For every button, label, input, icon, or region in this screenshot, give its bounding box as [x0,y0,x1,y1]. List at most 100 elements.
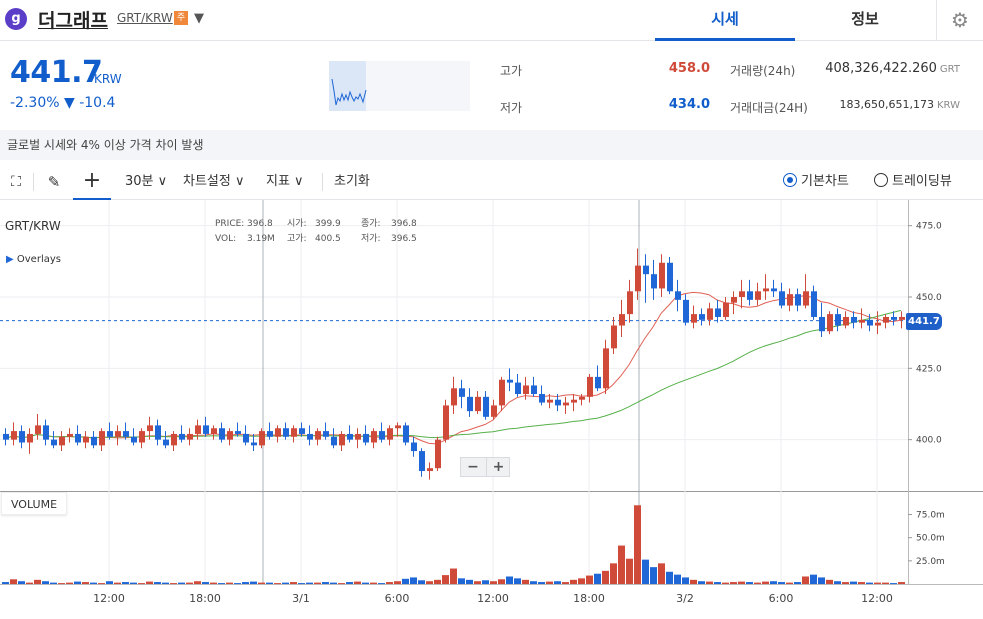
volume-bar [618,545,625,584]
volume-bar [474,581,481,584]
candle-body [395,425,401,429]
current-price: 441.7 [10,55,103,90]
candle-body [619,314,625,326]
caution-badge: 주 [174,11,188,25]
candle-body [483,396,489,417]
basic-chart-radio[interactable]: 기본차트 [783,164,849,200]
chart-grid [0,200,983,585]
time-tick-label: 12:00 [93,592,125,605]
volume-bar [242,582,249,584]
volume-bar [738,581,745,584]
zoom-out-button[interactable]: − [461,458,485,476]
info-vol: 3.19M [247,234,275,244]
chart-settings-dropdown[interactable]: 차트설정 ∨ [183,164,245,200]
volume-bar [658,563,665,584]
candle-body [139,431,145,443]
chevron-down-icon[interactable]: ▼ [194,11,204,26]
volume-bar [162,582,169,584]
tab-info[interactable]: 정보 [795,0,935,41]
candle-body [539,394,545,403]
volume-bar [642,559,649,584]
price-tick-label: 425.0 [916,364,942,374]
volume-bar [386,582,393,584]
volume-bar [330,582,337,584]
volume-bar [466,579,473,584]
info-close-label: 종가: [361,219,381,229]
candle-body [627,291,633,315]
candle-body [251,442,257,446]
toolbar-divider [322,173,323,191]
crosshair-icon[interactable]: + [73,164,111,200]
volume-bar [154,582,161,584]
volume-bar [434,579,441,584]
volume-bar [650,567,657,584]
candle-body [547,399,553,403]
candle-body [891,316,897,320]
volume-bar [394,581,401,584]
amount-24h-value: 183,650,651,173 KRW [800,98,960,111]
vol-tick-label: 25.0m [916,557,945,567]
candle-body [203,425,209,434]
candle-body [531,385,537,394]
volume-bar [578,578,585,584]
volume-bar [810,574,817,584]
fullscreen-icon[interactable]: ⛶ [4,164,28,200]
zoom-controls: − + [460,457,510,477]
candle-body [259,431,265,446]
candle-body [19,431,25,443]
candle-body [307,433,313,440]
gear-icon[interactable]: ⚙ [936,0,983,41]
volume-bar [2,582,9,584]
candle-body [275,428,281,437]
candle-body [747,291,753,300]
coin-pair-link[interactable]: GRT/KRW [117,11,173,25]
info-price-label: PRICE: [215,219,245,229]
volume-24h-number: 408,326,422.260 [825,61,937,76]
price-axis: 400.0 425.0 450.0 475.0 25.0m 50.0m 75.0m [908,222,945,567]
candle-body [227,431,233,440]
interval-dropdown[interactable]: 30분 ∨ [125,164,167,200]
candle-body [755,291,761,300]
price-change: -2.30% ▼ -10.4 [10,95,115,111]
candle-body [563,402,569,406]
pencil-icon[interactable]: ✎ [40,164,68,200]
overlays-toggle[interactable]: ▶ Overlays [6,254,61,265]
volume-bar [562,582,569,584]
candle-body [219,428,225,440]
volume-bar [66,582,73,584]
candle-body [3,433,9,440]
volume-bar [522,579,529,584]
candlestick-chart[interactable]: 400.0 425.0 450.0 475.0 25.0m 50.0m 75.0m 12:0… [0,200,983,619]
indicator-dropdown[interactable]: 지표 ∨ [266,164,304,200]
volume-bar [90,582,97,584]
tradingview-radio[interactable]: 트레이딩뷰 [874,164,952,200]
coin-name[interactable]: 더그래프 [38,6,108,33]
header-bar: g 더그래프 GRT/KRW 주 ▼ 시세 정보 ⚙ [0,0,983,41]
volume-bar [402,578,409,584]
volume-bar [10,579,17,584]
volume-bar [626,558,633,584]
candle-body [403,425,409,443]
volume-bar [346,582,353,584]
volume-24h-value: 408,326,422.260 GRT [800,61,960,76]
candle-body [331,436,337,446]
price-gap-notice: 글로벌 시세와 4% 이상 가격 차이 발생 [0,130,983,160]
volume-bar [786,582,793,584]
volume-bar [682,577,689,584]
time-tick-label: 3/2 [676,592,694,605]
crosshair-info: PRICE: 396.8 시가: 399.9 종가: 396.8 VOL: 3.19M 고가:… [215,217,417,247]
zoom-in-button[interactable]: + [486,458,510,476]
candle-body [459,388,465,397]
overlays-label: Overlays [16,254,61,265]
price-tick-label: 450.0 [916,293,942,303]
volume-bar [114,582,121,584]
candle-body [771,288,777,292]
candle-body [691,314,697,323]
volume-bar [858,582,865,584]
candle-body [427,468,433,472]
reset-button[interactable]: 초기화 [334,164,370,200]
tab-price[interactable]: 시세 [655,0,795,41]
volume-bar [762,581,769,584]
exchange-screen: g 더그래프 GRT/KRW 주 ▼ 시세 정보 ⚙ 441.7 KRW -2.… [0,0,983,619]
time-tick-label: 18:00 [573,592,605,605]
